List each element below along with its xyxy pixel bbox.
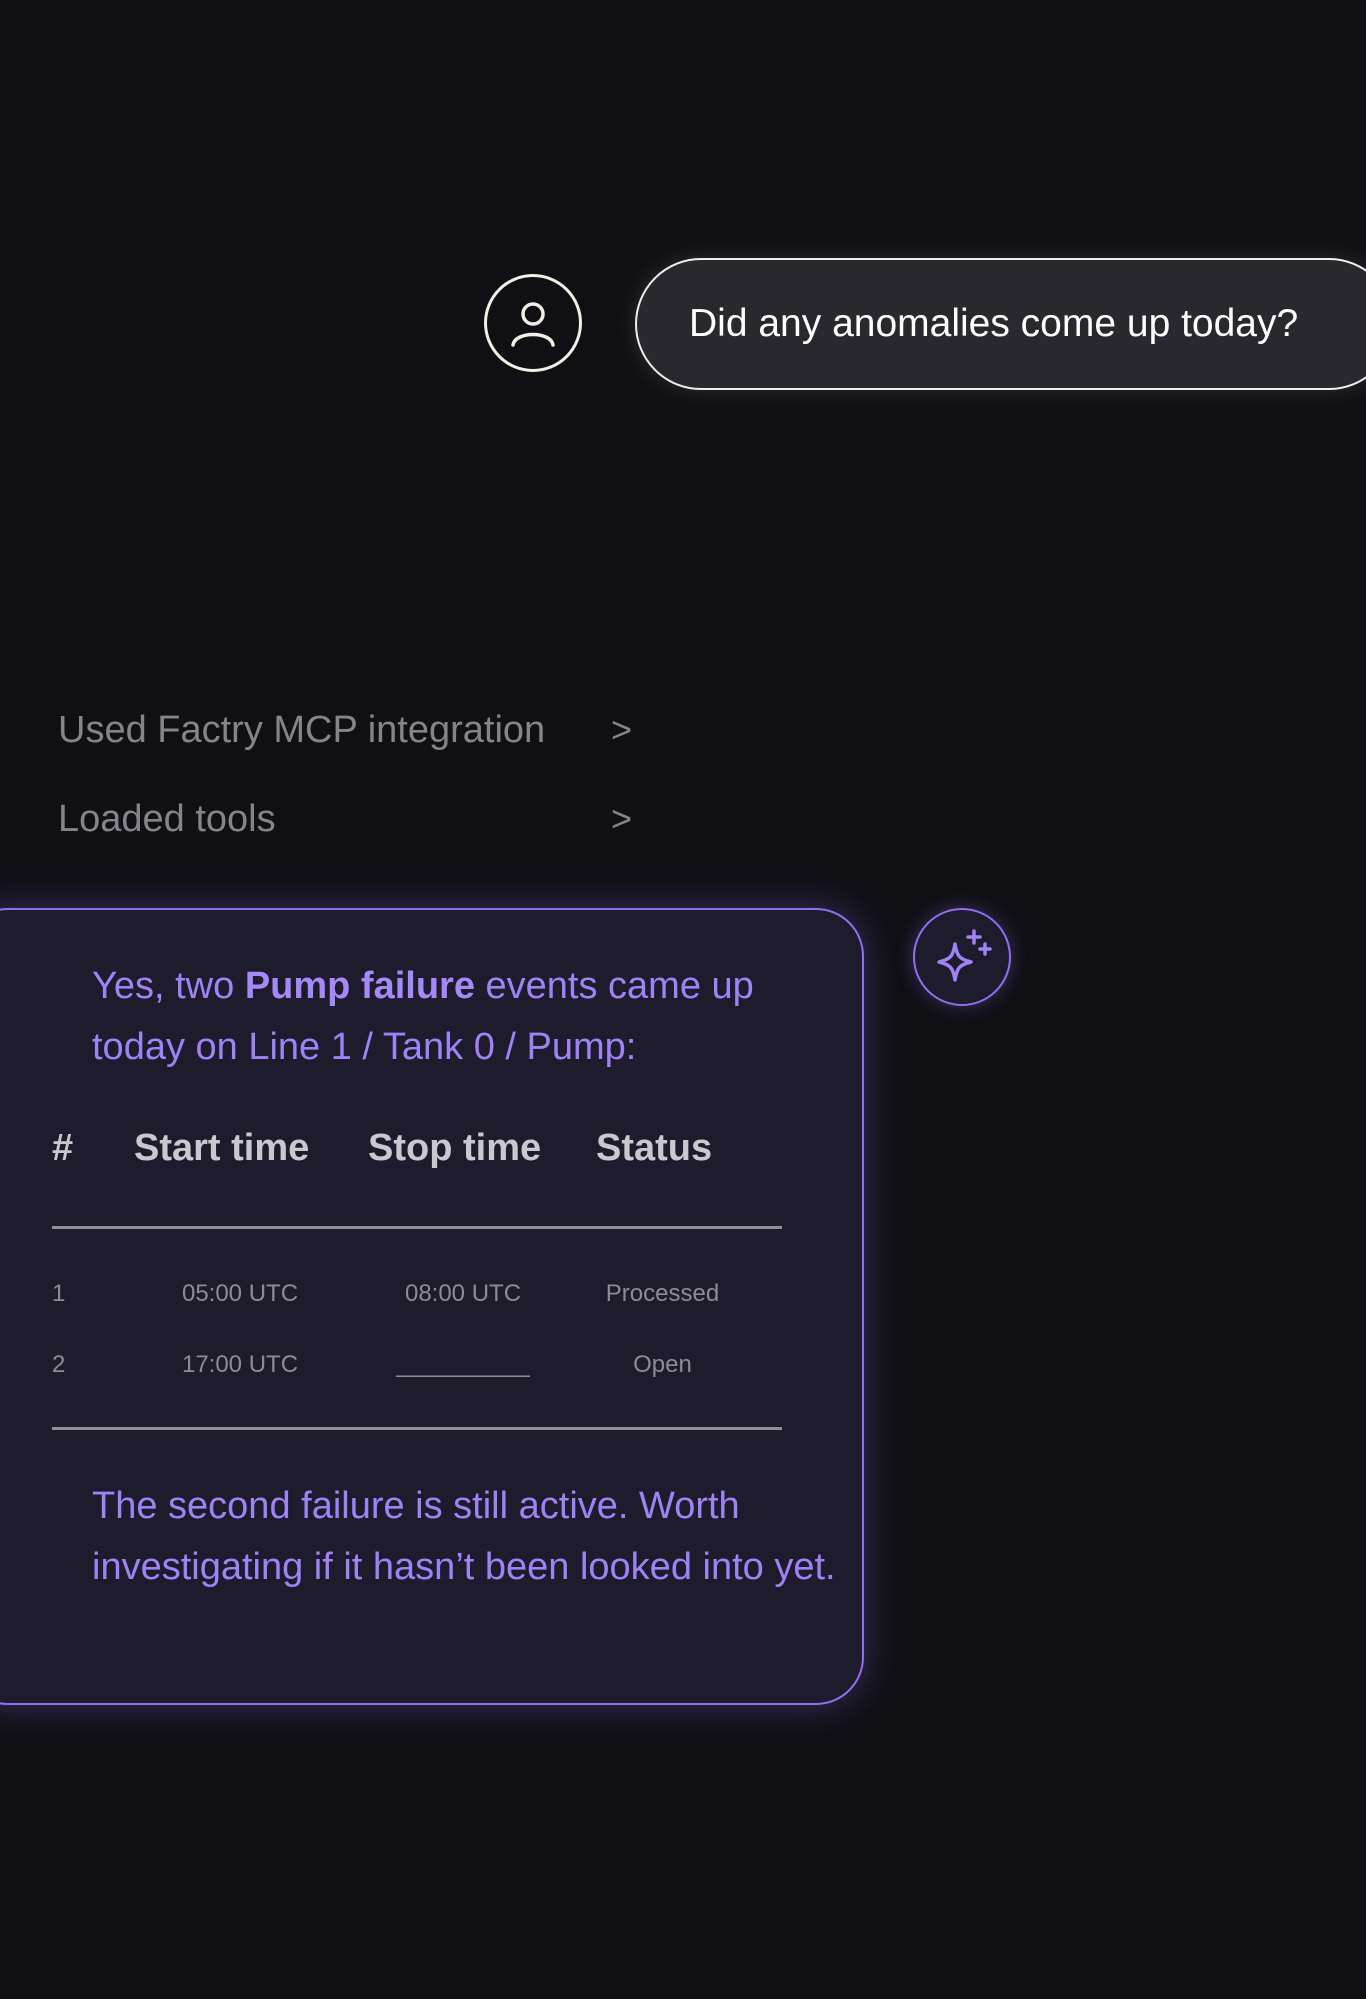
table-divider-bottom <box>52 1427 782 1430</box>
table-header-number: # <box>52 1127 74 1169</box>
chevron-right-icon: > <box>611 798 633 839</box>
tool-step-label: Loaded tools <box>58 797 276 840</box>
table-cell-start-time: 17:00 UTC <box>181 1351 299 1378</box>
intro-highlight: Pump failure <box>244 965 475 1007</box>
user-avatar <box>484 274 582 372</box>
table-header-start-time: Start time <box>134 1127 310 1169</box>
assistant-intro-text: Yes, two Pump failure events came up tod… <box>92 956 852 1078</box>
assistant-avatar <box>913 908 1011 1006</box>
tool-step-mcp-integration[interactable]: Used Factry MCP integration > <box>58 700 638 760</box>
table-header-status: Status <box>596 1127 713 1169</box>
intro-prefix: Yes, two <box>92 965 245 1007</box>
table-cell-status: Open <box>633 1351 692 1378</box>
table-cell-stop-time: __________ <box>396 1351 530 1378</box>
table-cell-number: 2 <box>52 1351 66 1378</box>
table-header-stop-time: Stop time <box>368 1127 542 1169</box>
table-cell-start-time: 05:00 UTC <box>181 1280 299 1307</box>
user-icon <box>511 302 555 347</box>
user-message-bubble: Did any anomalies come up today? <box>635 258 1366 390</box>
sparkle-icon <box>937 929 992 982</box>
table-cell-number: 1 <box>52 1280 66 1307</box>
table-divider-top <box>52 1226 782 1229</box>
assistant-outro-text: The second failure is still active. Wort… <box>92 1485 836 1588</box>
table-cell-status: Processed <box>605 1280 720 1307</box>
chevron-right-icon: > <box>611 709 633 750</box>
table-cell-stop-time: 08:00 UTC <box>404 1280 522 1307</box>
tool-step-loaded-tools[interactable]: Loaded tools > <box>58 789 638 849</box>
tool-step-label: Used Factry MCP integration <box>58 708 546 751</box>
user-message-text: Did any anomalies come up today? <box>689 302 1299 345</box>
